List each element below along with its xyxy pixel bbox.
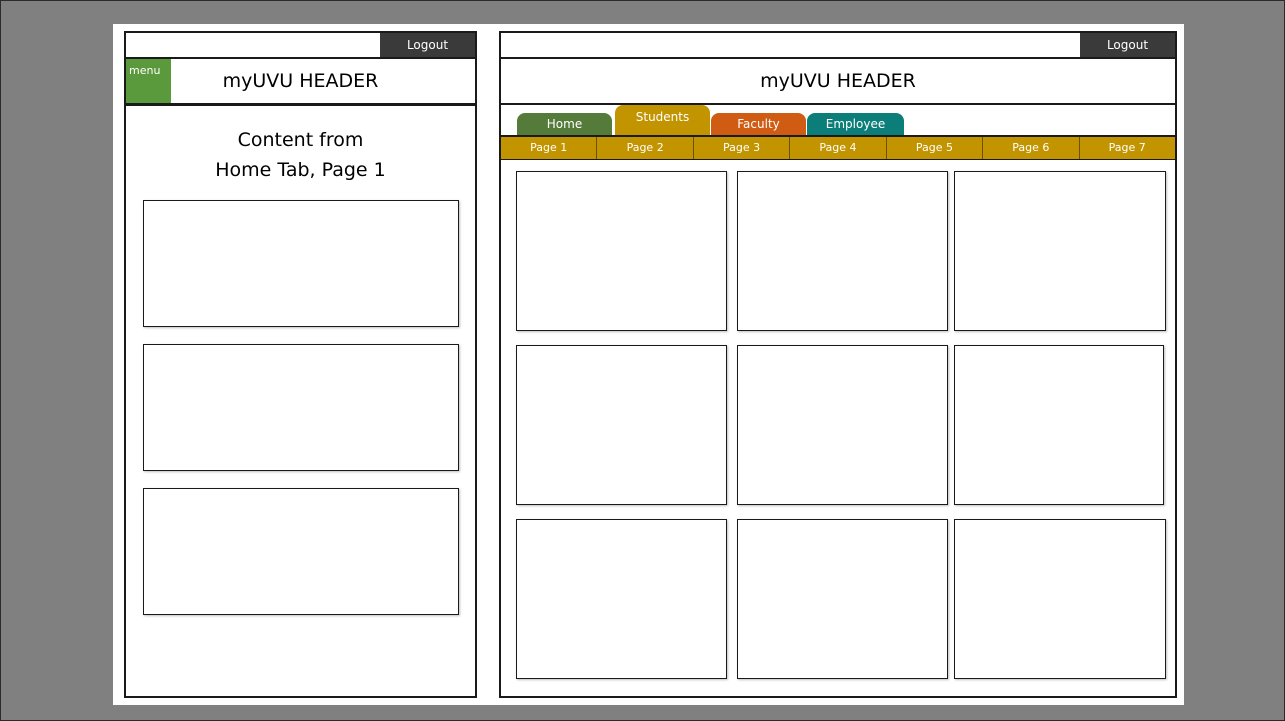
tab-faculty[interactable]: Faculty <box>711 113 806 135</box>
desktop-content-box-6 <box>954 345 1164 505</box>
desktop-mockup: Logout myUVU HEADER Home Students Facult… <box>499 31 1177 698</box>
desktop-top-bar: Logout <box>501 33 1175 59</box>
mobile-logout-button[interactable]: Logout <box>380 33 475 57</box>
tab-home[interactable]: Home <box>517 113 612 135</box>
desktop-content-box-7 <box>516 519 727 679</box>
page-link-6[interactable]: Page 6 <box>983 137 1080 159</box>
mobile-content-title: Content from Home Tab, Page 1 <box>126 125 475 185</box>
desktop-content-box-3 <box>954 171 1166 331</box>
desktop-content-box-9 <box>954 519 1166 679</box>
page-nav: Page 1 Page 2 Page 3 Page 4 Page 5 Page … <box>501 137 1175 160</box>
tab-bar: Home Students Faculty Employee <box>501 105 1175 137</box>
page-link-3[interactable]: Page 3 <box>694 137 791 159</box>
desktop-header-title: myUVU HEADER <box>501 59 1175 105</box>
mobile-top-bar: Logout <box>126 33 475 59</box>
page-link-1[interactable]: Page 1 <box>501 137 598 159</box>
desktop-content-box-8 <box>737 519 948 679</box>
menu-button[interactable]: menu <box>126 59 171 103</box>
desktop-logout-button[interactable]: Logout <box>1080 33 1175 57</box>
desktop-content-box-2 <box>737 171 948 331</box>
desktop-content-box-1 <box>516 171 727 331</box>
content-title-line2: Home Tab, Page 1 <box>215 159 386 181</box>
tab-employee[interactable]: Employee <box>807 113 904 135</box>
content-title-line1: Content from <box>237 129 364 151</box>
mobile-content-box-1 <box>143 200 459 327</box>
desktop-content-box-5 <box>737 345 948 505</box>
mobile-mockup: Logout myUVU HEADER menu Content from Ho… <box>124 31 477 698</box>
page-link-5[interactable]: Page 5 <box>887 137 984 159</box>
tab-students[interactable]: Students <box>615 105 710 135</box>
page-link-4[interactable]: Page 4 <box>790 137 887 159</box>
page-link-7[interactable]: Page 7 <box>1080 137 1175 159</box>
mobile-content-box-3 <box>143 488 459 615</box>
mobile-header-title: myUVU HEADER <box>126 59 475 106</box>
mobile-content-box-2 <box>143 344 459 471</box>
page-link-2[interactable]: Page 2 <box>597 137 694 159</box>
desktop-content-box-4 <box>516 345 727 505</box>
